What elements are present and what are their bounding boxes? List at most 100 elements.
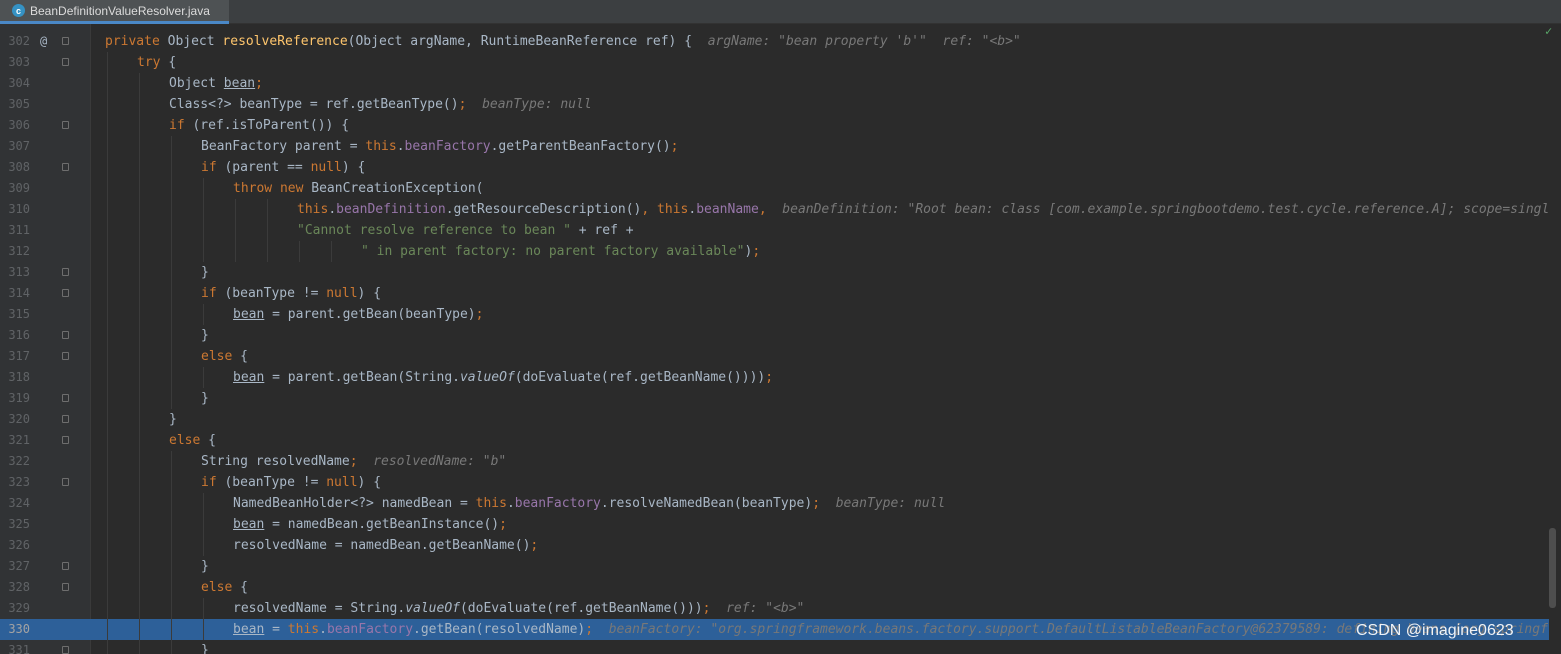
inline-debug-value: resolvedName: "b" [373,454,507,469]
code-line[interactable]: 317 else { [0,346,1561,367]
indent-guide [107,115,108,136]
fold-marker-icon[interactable] [62,121,69,129]
code-token: } [169,412,177,427]
fold-marker-icon[interactable] [62,331,69,339]
code-line[interactable]: 324 NamedBeanHolder<?> namedBean = this.b… [0,493,1561,514]
code-token: { [168,55,177,70]
code-token: (doEvaluate(ref.getBeanName()))) [514,370,766,385]
code-line[interactable]: 312 " in parent factory: no parent factor… [0,241,1561,262]
code-text: Object bean; [169,73,263,94]
line-number: 308 [8,160,30,174]
code-line[interactable]: 315 bean = parent.getBean(beanType); [0,304,1561,325]
code-line[interactable]: 318 bean = parent.getBean(String.valueOf(… [0,367,1561,388]
code-line[interactable]: 305 Class<?> beanType = ref.getBeanType()… [0,94,1561,115]
line-number: 307 [8,139,30,153]
indent-guide [107,367,108,388]
code-line[interactable]: 309 throw new BeanCreationException( [0,178,1561,199]
fold-marker-icon[interactable] [62,436,69,444]
indent-guide [107,220,108,241]
code-line[interactable]: 323 if (beanType != null) { [0,472,1561,493]
indent-guide [139,367,140,388]
indent-guide [107,262,108,283]
code-token: ; [670,139,679,154]
fold-marker-icon[interactable] [62,646,69,654]
code-editor[interactable]: 302 @ private Object resolveReference(Obje… [0,24,1561,654]
fold-marker-icon[interactable] [62,583,69,591]
code-line[interactable]: 328 else { [0,577,1561,598]
code-token: .resolveNamedBean(beanType) [600,496,813,511]
indent-guide [267,199,268,220]
indent-guide [171,535,172,556]
code-line[interactable]: 306 if (ref.isToParent()) { [0,115,1561,136]
indent-guide [107,514,108,535]
code-line[interactable]: 314 if (beanType != null) { [0,283,1561,304]
code-text: if (ref.isToParent()) { [169,115,349,136]
indent-guide [107,241,108,262]
code-token: beanFactory [404,139,491,154]
code-line[interactable]: 321 else { [0,430,1561,451]
line-number: 312 [8,244,30,258]
code-line[interactable]: 308 if (parent == null) { [0,157,1561,178]
fold-marker-icon[interactable] [62,58,69,66]
code-token: ; [475,307,484,322]
code-line[interactable]: 310 this.beanDefinition.getResourceDescri… [0,199,1561,220]
code-line[interactable]: 311 "Cannot resolve reference to bean " +… [0,220,1561,241]
fold-marker-icon[interactable] [62,289,69,297]
indent-guide [139,535,140,556]
fold-marker-icon[interactable] [62,478,69,486]
file-tab[interactable]: c BeanDefinitionValueResolver.java [0,0,229,24]
code-token: bean [233,307,265,322]
scrollbar-thumb[interactable] [1549,528,1556,608]
code-token: if [201,160,225,175]
code-line[interactable]: 326 resolvedName = namedBean.getBeanName(… [0,535,1561,556]
code-token: " in parent factory: no parent factory a… [361,244,745,259]
code-line[interactable]: 307 BeanFactory parent = this.beanFactory… [0,136,1561,157]
fold-marker-icon[interactable] [62,268,69,276]
indent-guide [139,178,140,199]
code-line[interactable]: 325 bean = namedBean.getBeanInstance(); [0,514,1561,535]
code-line[interactable]: 302 @ private Object resolveReference(Obje… [0,31,1561,52]
code-token: { [208,433,216,448]
code-token: ; [530,538,539,553]
code-line[interactable]: 331} [0,640,1561,654]
code-token: valueOf [405,601,460,616]
check-icon: ✓ [1545,24,1553,38]
current-code-line[interactable]: 330 bean = this.beanFactory.getBean(resol… [0,619,1561,640]
code-token: NamedBeanHolder<?> namedBean = [233,496,476,511]
indent-guide [107,556,108,577]
fold-marker-icon[interactable] [62,37,69,45]
code-token: ; [812,496,836,511]
line-number: 314 [8,286,30,300]
code-token: throw new [233,181,312,196]
code-token: . [319,622,327,637]
fold-marker-icon[interactable] [62,562,69,570]
code-line[interactable]: 322 String resolvedName; resolvedName: "b… [0,451,1561,472]
fold-marker-icon[interactable] [62,163,69,171]
indent-guide [107,388,108,409]
code-line[interactable]: 316} [0,325,1561,346]
code-line[interactable]: 303 try { [0,52,1561,73]
code-token: .getParentBeanFactory() [490,139,671,154]
indent-guide [139,556,140,577]
inline-debug-value: beanDefinition: "Root bean: class [com.e… [782,202,1561,217]
fold-marker-icon[interactable] [62,415,69,423]
line-number: 321 [8,433,30,447]
code-line[interactable]: 327} [0,556,1561,577]
code-line[interactable]: 304 Object bean; [0,73,1561,94]
fold-marker-icon[interactable] [62,394,69,402]
code-token: ; [349,454,374,469]
indent-guide [171,178,172,199]
java-class-icon: c [12,4,25,17]
code-text: } [169,409,177,430]
code-token: ; [458,97,483,112]
code-line[interactable]: 320} [0,409,1561,430]
code-line[interactable]: 319} [0,388,1561,409]
indent-guide [171,388,172,409]
indent-guide [107,199,108,220]
indent-guide [139,388,140,409]
fold-marker-icon[interactable] [62,352,69,360]
code-token: bean [233,622,265,637]
code-line[interactable]: 313} [0,262,1561,283]
code-line[interactable]: 329 resolvedName = String.valueOf(doEvalu… [0,598,1561,619]
annotation-gutter-icon[interactable]: @ [40,31,47,52]
